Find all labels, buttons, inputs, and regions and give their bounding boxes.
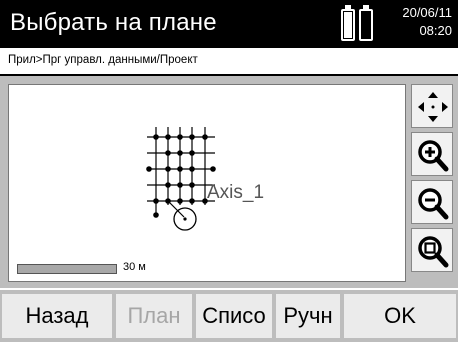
map-panel: Axis_1 30 м (0, 76, 458, 288)
breadcrumb-text: Прил>Прг управл. данными/Проект (8, 54, 198, 66)
plan-drawing: Axis_1 (146, 127, 264, 231)
battery-icon (359, 5, 373, 41)
list-button[interactable]: Списо (196, 294, 272, 338)
zoom-in-button[interactable] (411, 132, 453, 176)
scale-label: 30 м (123, 261, 146, 273)
ok-button[interactable]: OK (344, 294, 456, 338)
plan-button[interactable]: План (116, 294, 192, 338)
back-button[interactable]: Назад (2, 294, 112, 338)
zoom-fit-button[interactable] (411, 228, 453, 272)
zoom-in-icon (418, 140, 449, 172)
page-title: Выбрать на плане (10, 9, 217, 36)
pan-button[interactable] (411, 84, 453, 128)
title-bar: Выбрать на плане 20/06/11 08:20 (0, 0, 458, 48)
zoom-out-button[interactable] (411, 180, 453, 224)
date-label: 20/06/11 (402, 5, 452, 20)
softkey-bar: Назад План Списо Ручн OK (0, 290, 458, 342)
breadcrumb: Прил>Прг управл. данными/Проект (0, 48, 458, 76)
scale-bar (17, 264, 117, 274)
axis-label: Axis_1 (207, 182, 264, 203)
zoom-out-icon (418, 188, 449, 220)
pan-icon (418, 92, 448, 122)
zoom-fit-icon (418, 236, 449, 268)
battery-icon (341, 5, 355, 41)
time-label: 08:20 (419, 23, 452, 38)
plan-view[interactable]: Axis_1 30 м (8, 84, 406, 282)
manual-button[interactable]: Ручн (276, 294, 340, 338)
